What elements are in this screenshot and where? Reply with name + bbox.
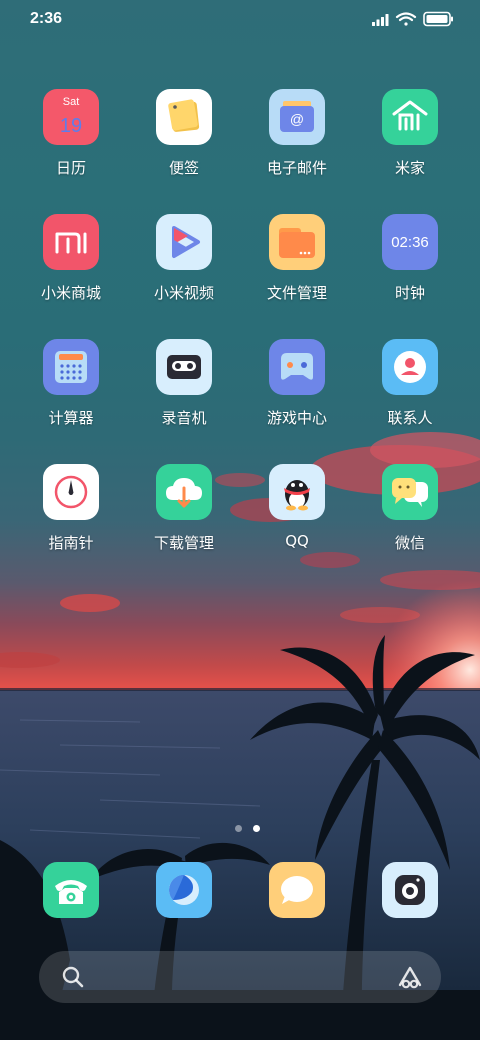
assistant-icon[interactable] bbox=[397, 965, 423, 989]
calculator-icon bbox=[43, 339, 99, 395]
camera-icon bbox=[395, 875, 425, 905]
contacts-app[interactable]: 联系人 bbox=[355, 339, 465, 449]
qq-penguin-icon bbox=[269, 464, 325, 520]
calendar-app[interactable]: Sat 19 日历 bbox=[16, 89, 126, 199]
wechat-app[interactable]: 微信 bbox=[355, 464, 465, 574]
mi-store-app[interactable]: 小米商城 bbox=[16, 214, 126, 324]
camera-app[interactable] bbox=[382, 862, 438, 918]
mijia-home-icon bbox=[382, 89, 438, 145]
compass-icon bbox=[43, 464, 99, 520]
browser-app[interactable] bbox=[156, 862, 212, 918]
app-label: 文件管理 bbox=[266, 284, 327, 302]
game-center-app[interactable]: 游戏中心 bbox=[242, 339, 352, 449]
download-manager-app[interactable]: 下载管理 bbox=[129, 464, 239, 574]
app-label: 时钟 bbox=[394, 284, 425, 302]
search-icon[interactable] bbox=[61, 965, 85, 989]
calendar-weekday: Sat bbox=[63, 96, 80, 108]
qq-app[interactable]: QQ bbox=[242, 464, 352, 574]
mi-video-app[interactable]: 小米视频 bbox=[129, 214, 239, 324]
play-icon bbox=[156, 214, 212, 270]
app-label: 小米视频 bbox=[153, 284, 214, 302]
wechat-icon bbox=[382, 464, 438, 520]
page-dot-2-active[interactable] bbox=[253, 825, 260, 832]
app-label: 便签 bbox=[168, 159, 199, 177]
home-screen: 2:36 Sat 19 日历 便签 @ 电子邮件 米家 小米商城 小米视频 文件… bbox=[0, 0, 480, 1040]
battery-icon bbox=[423, 11, 453, 27]
folder-icon bbox=[269, 214, 325, 270]
app-label: 游戏中心 bbox=[266, 409, 327, 427]
notes-icon bbox=[156, 89, 212, 145]
page-dot-1[interactable] bbox=[235, 825, 242, 832]
app-label: 微信 bbox=[394, 534, 425, 552]
email-app[interactable]: @ 电子邮件 bbox=[242, 89, 352, 199]
email-at-sign: @ bbox=[290, 111, 304, 127]
wifi-icon bbox=[395, 12, 417, 26]
clock-time: 02:36 bbox=[391, 234, 429, 251]
notes-app[interactable]: 便签 bbox=[129, 89, 239, 199]
message-icon bbox=[281, 876, 313, 904]
phone-icon bbox=[55, 880, 87, 904]
calculator-app[interactable]: 计算器 bbox=[16, 339, 126, 449]
app-label: 联系人 bbox=[387, 409, 433, 427]
email-icon: @ bbox=[269, 89, 325, 145]
app-label: 米家 bbox=[394, 159, 425, 177]
status-bar: 2:36 bbox=[0, 0, 480, 38]
recorder-icon bbox=[156, 339, 212, 395]
gamepad-icon bbox=[269, 339, 325, 395]
status-time: 2:36 bbox=[30, 10, 63, 27]
app-label: 小米商城 bbox=[40, 284, 101, 302]
app-label: 电子邮件 bbox=[266, 159, 327, 177]
recorder-app[interactable]: 录音机 bbox=[129, 339, 239, 449]
file-manager-app[interactable]: 文件管理 bbox=[242, 214, 352, 324]
clock-icon: 02:36 bbox=[382, 214, 438, 270]
calendar-day: 19 bbox=[60, 115, 82, 137]
search-bar[interactable] bbox=[39, 951, 441, 1003]
cloud-download-icon bbox=[156, 464, 212, 520]
compass-app[interactable]: 指南针 bbox=[16, 464, 126, 574]
contact-icon bbox=[382, 339, 438, 395]
app-label: 录音机 bbox=[161, 409, 207, 427]
status-icons bbox=[372, 11, 454, 27]
messages-app[interactable] bbox=[269, 862, 325, 918]
app-label: 下载管理 bbox=[153, 534, 214, 552]
mi-logo-icon bbox=[43, 214, 99, 270]
calendar-icon: Sat 19 bbox=[43, 89, 99, 145]
app-label: QQ bbox=[285, 532, 309, 550]
phone-app[interactable] bbox=[43, 862, 99, 918]
browser-icon bbox=[169, 875, 199, 905]
app-label: 计算器 bbox=[48, 409, 94, 427]
page-indicator bbox=[233, 825, 263, 835]
mijia-app[interactable]: 米家 bbox=[355, 89, 465, 199]
signal-icon bbox=[372, 14, 389, 26]
app-label: 日历 bbox=[55, 159, 86, 177]
clock-app[interactable]: 02:36 时钟 bbox=[355, 214, 465, 324]
app-label: 指南针 bbox=[48, 534, 94, 552]
